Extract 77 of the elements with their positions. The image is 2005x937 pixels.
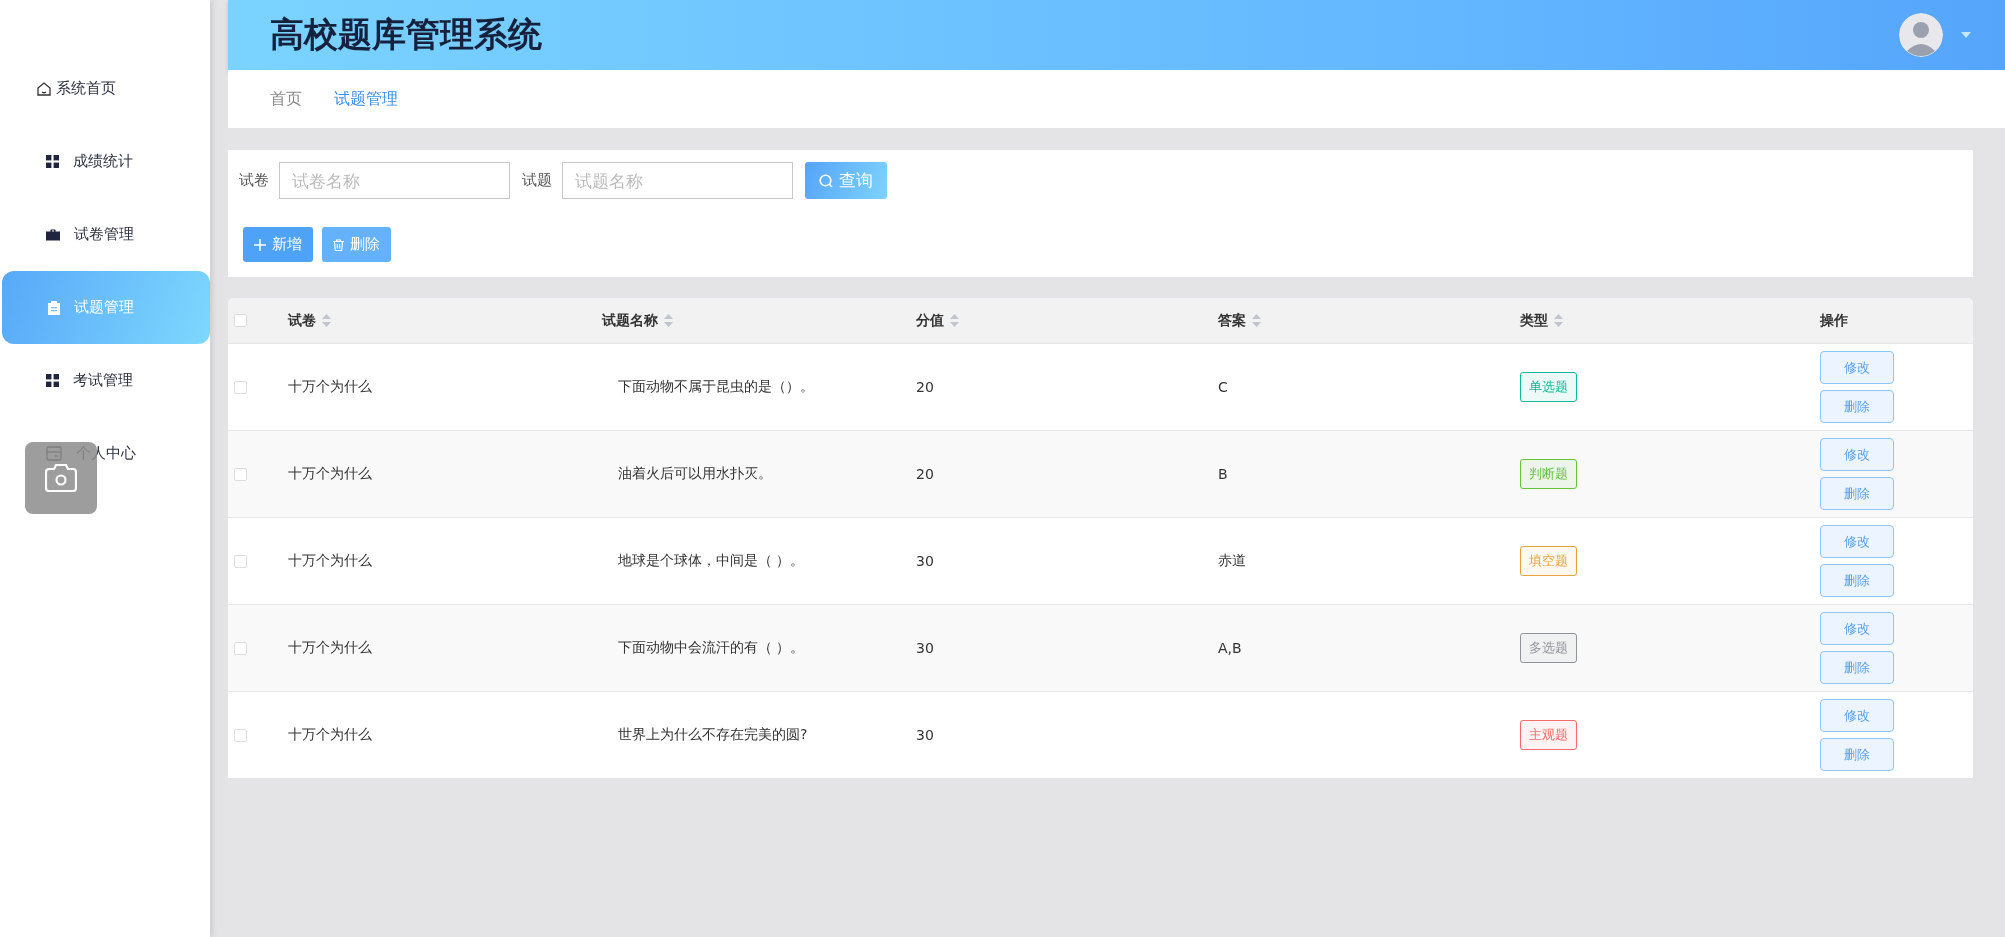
trash-icon bbox=[333, 238, 344, 251]
add-button[interactable]: 新增 bbox=[243, 227, 313, 262]
avatar[interactable] bbox=[1899, 13, 1943, 57]
delete-button[interactable]: 删除 bbox=[1820, 651, 1894, 684]
briefcase-icon bbox=[46, 228, 60, 241]
checkbox[interactable] bbox=[234, 641, 247, 655]
table-cell-text: 十万个为什么 bbox=[288, 726, 373, 744]
table-cell: 下面动物中会流汗的有（ ）。 bbox=[618, 639, 805, 655]
delete-button[interactable]: 删除 bbox=[1820, 477, 1894, 510]
table-cell: 油着火后可以用水扑灭。 bbox=[618, 465, 772, 481]
column-header: 操作 bbox=[1820, 311, 1848, 330]
sort-icon[interactable] bbox=[322, 314, 331, 327]
search-button[interactable]: 查询 bbox=[805, 162, 887, 199]
grid-icon bbox=[46, 155, 59, 168]
table-cell-text: 30 bbox=[916, 727, 935, 743]
delete-button[interactable]: 删除 bbox=[1820, 738, 1894, 771]
breadcrumb-item[interactable]: 首页 bbox=[270, 88, 302, 110]
type-tag: 主观题 bbox=[1520, 720, 1577, 750]
delete-button[interactable]: 删除 bbox=[1820, 564, 1894, 597]
checkbox[interactable] bbox=[234, 728, 247, 742]
search-icon bbox=[819, 173, 833, 188]
edit-button[interactable]: 修改 bbox=[1820, 351, 1894, 384]
column-header: 试卷 bbox=[288, 311, 316, 330]
table-cell-text: 30 bbox=[916, 640, 935, 656]
edit-button[interactable]: 修改 bbox=[1820, 438, 1894, 471]
edit-button[interactable]: 修改 bbox=[1820, 612, 1894, 645]
checkbox[interactable] bbox=[234, 554, 247, 568]
sidebar-item[interactable]: 试卷管理 bbox=[0, 198, 210, 271]
table-cell-text: 20 bbox=[916, 379, 935, 395]
caret-icon[interactable] bbox=[1961, 32, 1971, 38]
table-cell-text: 十万个为什么 bbox=[288, 639, 373, 657]
type-tag: 判断题 bbox=[1520, 459, 1577, 489]
camera-icon bbox=[45, 464, 77, 492]
table-cell: 地球是个球体，中间是（ ）。 bbox=[618, 552, 805, 568]
type-tag: 单选题 bbox=[1520, 372, 1577, 402]
app-title: 高校题库管理系统 bbox=[270, 13, 543, 56]
sort-icon[interactable] bbox=[1252, 314, 1261, 327]
table-cell: B bbox=[1218, 466, 1228, 482]
table-cell-text: 十万个为什么 bbox=[288, 552, 373, 570]
sidebar-item[interactable]: 考试管理 bbox=[0, 344, 210, 417]
sidebar-item[interactable]: 试题管理 bbox=[2, 271, 210, 344]
checkbox[interactable] bbox=[234, 467, 247, 481]
breadcrumb-item[interactable]: 试题管理 bbox=[334, 88, 398, 110]
column-header: 分值 bbox=[916, 311, 944, 330]
column-header: 试题名称 bbox=[602, 311, 658, 330]
table-cell: 赤道 bbox=[1218, 552, 1246, 568]
table-cell-text: 十万个为什么 bbox=[288, 378, 373, 396]
sidebar-item[interactable]: 成绩统计 bbox=[0, 125, 210, 198]
clipboard-icon bbox=[48, 300, 60, 315]
sort-icon[interactable] bbox=[664, 314, 673, 327]
table-cell: 下面动物不属于昆虫的是（）。 bbox=[618, 378, 814, 394]
column-header: 答案 bbox=[1218, 311, 1246, 330]
column-header: 类型 bbox=[1520, 311, 1548, 330]
grid-icon bbox=[46, 374, 59, 387]
home-icon bbox=[36, 80, 52, 97]
type-tag: 填空题 bbox=[1520, 546, 1577, 576]
table-cell: 世界上为什么不存在完美的圆? bbox=[618, 726, 808, 742]
table-cell: A,B bbox=[1218, 640, 1242, 656]
checkbox[interactable] bbox=[234, 380, 247, 394]
delete-button[interactable]: 删除 bbox=[1820, 390, 1894, 423]
field-label: 试题 bbox=[522, 171, 552, 190]
sort-icon[interactable] bbox=[1554, 314, 1563, 327]
checkbox[interactable] bbox=[234, 314, 247, 327]
edit-button[interactable]: 修改 bbox=[1820, 525, 1894, 558]
table-cell-text: 十万个为什么 bbox=[288, 465, 373, 483]
table-cell: C bbox=[1218, 379, 1228, 395]
edit-button[interactable]: 修改 bbox=[1820, 699, 1894, 732]
input-field[interactable]: 试卷名称 bbox=[279, 162, 510, 199]
type-tag: 多选题 bbox=[1520, 633, 1577, 663]
sidebar-item[interactable]: 系统首页 bbox=[0, 52, 210, 125]
plus-icon bbox=[254, 238, 266, 251]
delete-button[interactable]: 删除 bbox=[322, 227, 391, 262]
field-label: 试卷 bbox=[239, 171, 269, 190]
table-cell-text: 30 bbox=[916, 553, 935, 569]
input-field[interactable]: 试题名称 bbox=[562, 162, 793, 199]
sort-icon[interactable] bbox=[950, 314, 959, 327]
table-cell-text: 20 bbox=[916, 466, 935, 482]
